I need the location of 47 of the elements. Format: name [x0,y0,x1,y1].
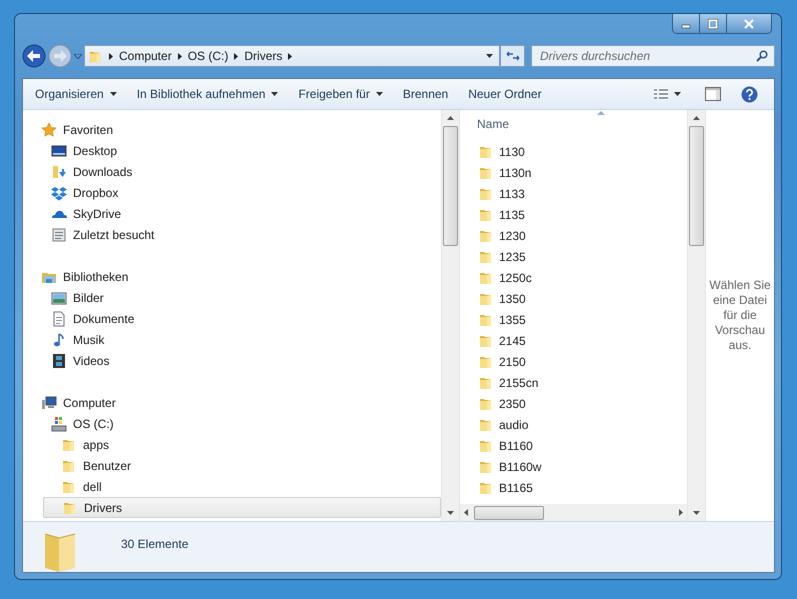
file-item[interactable]: B1165 [460,477,687,498]
file-item[interactable]: B1160 [460,435,687,456]
breadcrumb[interactable]: Drivers [244,49,282,63]
file-item[interactable]: 1230 [460,225,687,246]
toolbar-button[interactable]: Freigeben für [292,84,389,104]
sidebar-item[interactable]: Bilder [33,287,441,308]
sidebar-item[interactable]: OS (C:) [33,413,441,434]
column-header[interactable]: Name [477,117,510,131]
file-item[interactable]: 1130 [460,141,687,162]
sidebar-item[interactable]: Drivers [43,497,441,518]
breadcrumb[interactable]: OS (C:) [188,49,228,63]
sidebar-item[interactable]: dell [43,476,441,497]
sidebar-item[interactable]: SkyDrive [33,203,441,224]
file-item[interactable]: 1355 [460,309,687,330]
file-item[interactable]: audio [460,414,687,435]
sidebar-item[interactable]: Dokumente [33,308,441,329]
sidebar-item[interactable]: Favoriten [23,119,441,140]
file-item[interactable]: 1350 [460,288,687,309]
item-count: 30 Elemente [121,537,188,551]
toolbar-button[interactable]: Brennen [396,84,454,104]
toolbar-button[interactable]: Organisieren [29,84,123,104]
file-item[interactable]: 1130n [460,162,687,183]
sidebar-item[interactable]: Zuletzt besucht [33,224,441,245]
sidebar-item[interactable]: Computer [23,392,441,413]
breadcrumb[interactable]: Computer [119,49,172,63]
sidebar-item[interactable]: Bibliotheken [23,266,441,287]
file-item[interactable]: 1133 [460,183,687,204]
preview-message: Wählen Sie eine Datei für die Vorschau aus. [709,278,771,353]
file-item[interactable]: 1135 [460,204,687,225]
address-bar[interactable]: Computer OS (C:) Drivers [84,45,500,67]
sidebar-item[interactable]: Benutzer [43,455,441,476]
file-item[interactable]: 2150 [460,351,687,372]
file-item[interactable]: 1235 [460,246,687,267]
file-item[interactable]: 2145 [460,330,687,351]
sidebar-item[interactable]: Musik [33,329,441,350]
toolbar-button[interactable]: Neuer Ordner [462,84,548,104]
toolbar-button[interactable]: In Bibliothek aufnehmen [130,84,284,104]
sidebar-item[interactable]: Videos [33,350,441,371]
file-item[interactable]: B1160w [460,456,687,477]
file-item[interactable]: 1250c [460,267,687,288]
sidebar-item[interactable]: Downloads [33,161,441,182]
search-field[interactable]: Drivers durchsuchen [531,45,775,67]
sidebar-item[interactable]: Desktop [33,140,441,161]
sidebar-item[interactable]: apps [43,434,441,455]
sidebar-item[interactable]: Dropbox [33,182,441,203]
file-item[interactable]: 2350 [460,393,687,414]
file-item[interactable]: 2155cn [460,372,687,393]
